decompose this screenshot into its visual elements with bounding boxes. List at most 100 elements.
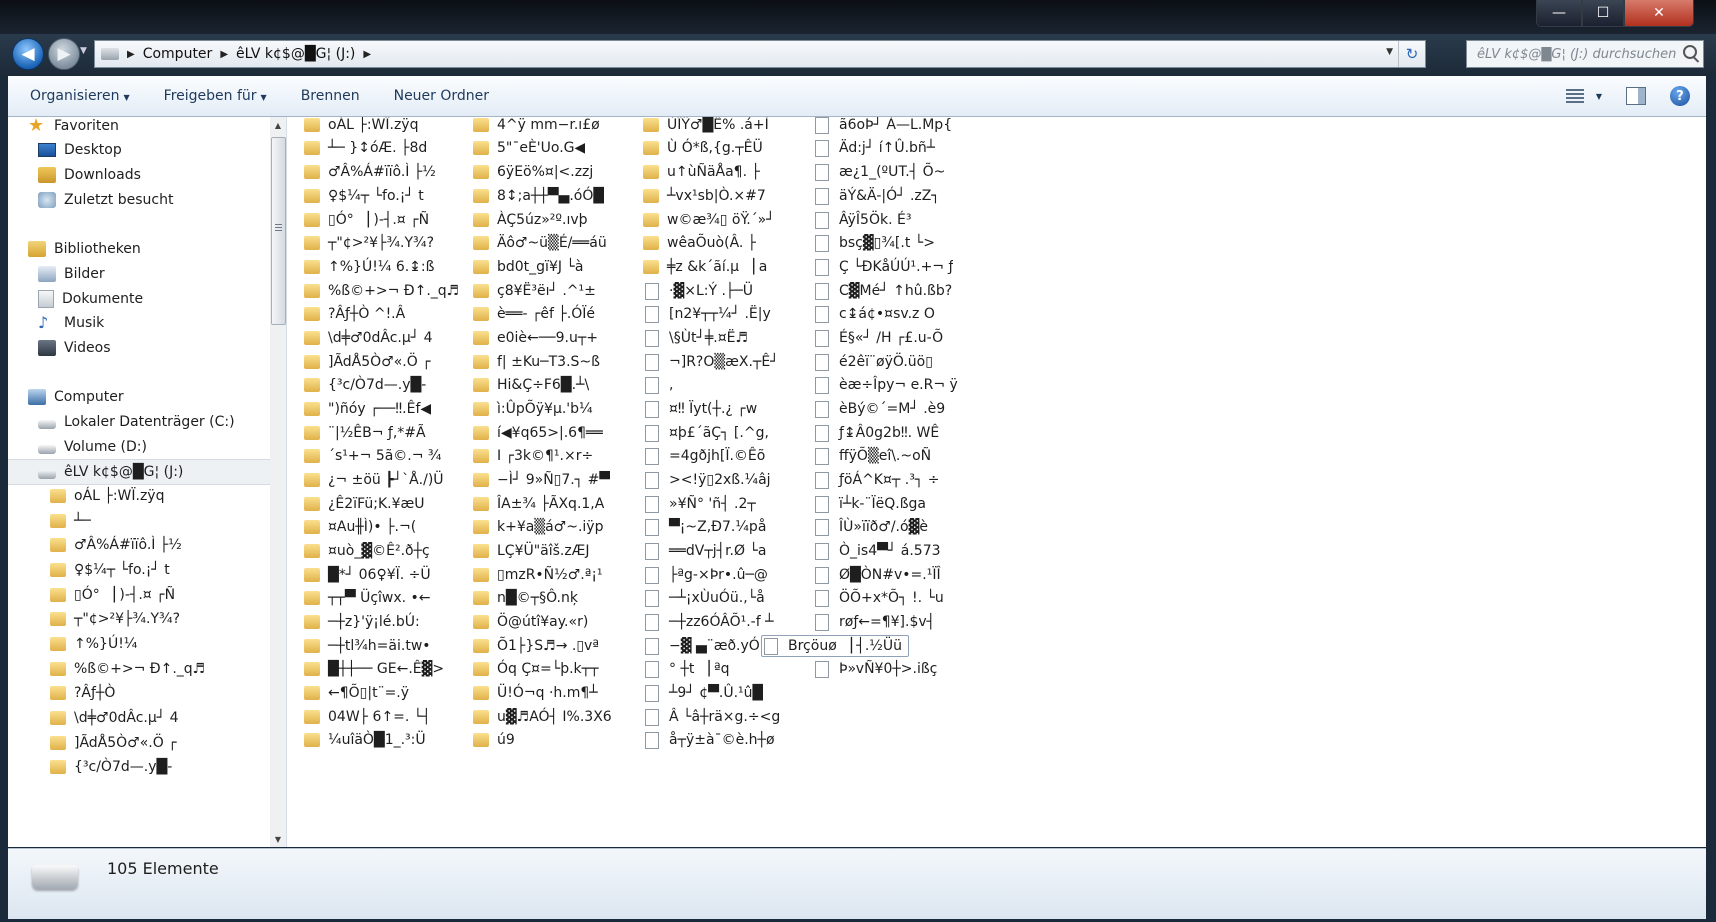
nav-favorites[interactable]: ★ Favoriten: [28, 117, 119, 138]
folder-item[interactable]: u↑ùÑäÅa¶. ├: [643, 161, 760, 183]
folder-item[interactable]: ─┼z}'ÿ¡lé.bÚ:: [304, 611, 420, 633]
folder-item[interactable]: wêaÕuò(Â. ├: [643, 232, 756, 254]
nav-folder[interactable]: ┴─: [50, 509, 91, 533]
file-item[interactable]: ><!ÿ▯2xß.¼âj: [643, 469, 771, 491]
folder-item[interactable]: █┼┼── GE←.Ê▓>: [304, 658, 444, 680]
folder-item[interactable]: ┬┬▀ Üçîwx. •←: [304, 587, 431, 609]
nav-folder[interactable]: \d╪♂0dÂc.µ┘ 4: [50, 706, 179, 730]
file-item[interactable]: ° ┼t ▕ ªq: [643, 658, 730, 680]
file-item[interactable]: é2êï¨øÿÖ.üö▯: [813, 351, 933, 373]
nav-folder[interactable]: ↑%}Ú!¼: [50, 632, 137, 656]
search-input[interactable]: [1475, 45, 1679, 63]
recent-pages-dropdown[interactable]: ▼: [80, 46, 87, 56]
file-item[interactable]: Ç └ÐKåÚÚ¹.+¬ ƒ: [813, 256, 953, 278]
folder-item[interactable]: LÇ¥Ü"äîš.zÆJ: [473, 540, 590, 562]
breadcrumb-chevron-icon[interactable]: ▶: [363, 49, 371, 60]
folder-item[interactable]: Hi&Ç÷F6█.┴\: [473, 374, 589, 396]
search-icon[interactable]: [1683, 45, 1697, 59]
file-item[interactable]: ·▓×L:Ý .├─Ü: [643, 280, 753, 302]
file-item[interactable]: èBý©´=M┘ .è9: [813, 398, 945, 420]
folder-item[interactable]: Ù Ó*ß,{g.┬ÊÜ: [643, 137, 763, 159]
folder-item[interactable]: Õ1├}S♬→ .▯vª: [473, 635, 599, 657]
folder-item[interactable]: \d╪♂0dÂc.µ┘ 4: [304, 327, 433, 349]
nav-folder[interactable]: %ß©+>¬ Ð↑._q♬: [50, 657, 205, 681]
refresh-button[interactable]: ↻: [1398, 41, 1425, 67]
nav-recent-places[interactable]: Zuletzt besucht: [38, 188, 173, 212]
file-item[interactable]: Þ»vÑ¥0┼>.ißç: [813, 658, 937, 680]
minimize-button[interactable]: —: [1536, 0, 1582, 27]
file-item[interactable]: ┴9┘ ¢▀.Û.¹û█: [643, 682, 763, 704]
file-item[interactable]: ├ªg-×Þr•.û─@: [643, 564, 768, 586]
folder-item[interactable]: f| ±Ku─T3.S~ß: [473, 351, 600, 373]
folder-item[interactable]: █*┘ 06♀¥Ï. ÷Ü: [304, 564, 431, 586]
folder-item[interactable]: 6ÿEö%¤|<.zzj: [473, 161, 593, 183]
file-item[interactable]: =4gðjh[Ï.©Êõ: [643, 445, 765, 467]
file-item[interactable]: ¤þ£´ãÇ┐ [.^g,: [643, 422, 769, 444]
nav-folder[interactable]: ?Âƒ┼Ò: [50, 681, 115, 705]
folder-item[interactable]: Äô♂~ü▒É/══áü: [473, 232, 607, 254]
folder-item[interactable]: w©æ¾▯ öŸ.´»┘: [643, 209, 775, 231]
folder-item[interactable]: Ö@útî¥ay.«r): [473, 611, 588, 633]
file-item[interactable]: Â └â┼rä×g.÷<g: [643, 706, 780, 728]
folder-item[interactable]: %ß©+>¬ Ð↑._q♬: [304, 280, 459, 302]
folder-item[interactable]: ¤uò_▓©Ê².ð┼ç: [304, 540, 430, 562]
folder-item[interactable]: bd0t_gï¥J └à: [473, 256, 583, 278]
scroll-up-icon[interactable]: ▲: [270, 117, 286, 133]
new-folder-button[interactable]: Neuer Ordner: [394, 88, 489, 104]
breadcrumb-drive[interactable]: êLV k¢$@█G¦ (J:): [236, 46, 355, 62]
folder-item[interactable]: 4^ÿ mm−r.ı£ø: [473, 117, 600, 136]
folder-item[interactable]: ÀÇ5úz»²º.ıvþ: [473, 209, 588, 231]
file-item[interactable]: ƒöÁ^K¤┬ .³┐ ÷: [813, 469, 939, 491]
file-item[interactable]: É§«┘ /H ┌£.u-Õ: [813, 327, 943, 349]
folder-item[interactable]: ´s¹+¬ 5ã©.¬ ¾: [304, 445, 442, 467]
folder-item[interactable]: u▓♬AÓ┤ I%.3X6: [473, 706, 612, 728]
nav-folder[interactable]: ♂Â%Á#ïïô.Ì ├½: [50, 533, 182, 557]
folder-item[interactable]: ↑%}Ú!¼ 6.↨:ß: [304, 256, 434, 278]
file-item[interactable]: ÂÿÎ5Ök. É³: [813, 209, 911, 231]
folder-item[interactable]: ¨|½ÊB¬ ƒ,*#Ã: [304, 422, 426, 444]
nav-folder[interactable]: oÁL ├:WÏ.zÿq: [50, 484, 164, 508]
folder-item[interactable]: 5"¯eÈ'Uo.G◀: [473, 137, 585, 159]
file-item[interactable]: bsç▓▯¾[.t └>: [813, 232, 935, 254]
file-item[interactable]: ¤‼ Ïyt(┼.¿ ┌w: [643, 398, 757, 420]
file-item[interactable]: æ¿1_(ºUT.┤ Õ~: [813, 161, 945, 183]
file-item[interactable]: å┬ÿ±à¯©è.h┼ø: [643, 729, 775, 751]
file-item[interactable]: Ò_is4▀┘ á.573: [813, 540, 941, 562]
nav-videos[interactable]: Videos: [38, 336, 111, 360]
breadcrumb-chevron-icon[interactable]: ▶: [220, 49, 228, 60]
forward-button[interactable]: ▶: [48, 38, 80, 70]
close-button[interactable]: ✕: [1624, 0, 1694, 27]
folder-item[interactable]: ì:ÛpÕÿ¥µ.'b¼: [473, 398, 593, 420]
folder-item[interactable]: í◀¥q65>|.6¶══: [473, 422, 603, 444]
folder-item[interactable]: Óq Ç¤=└þ.k┬┬: [473, 658, 599, 680]
nav-drive-j[interactable]: êLV k¢$@█G¦ (J:): [8, 459, 270, 485]
file-item[interactable]: Äd:j┘ í↑Û.bñ┴: [813, 137, 935, 159]
preview-pane-icon[interactable]: [1626, 87, 1646, 105]
folder-item[interactable]: ÎA±¾ ├ÃXq.1,A: [473, 493, 604, 515]
folder-item[interactable]: ¼uîäÒ█1_.³:Ü: [304, 729, 426, 751]
file-item[interactable]: ─┴¡xÙuÓü.,└å: [643, 587, 765, 609]
file-item[interactable]: ─┼zz6ÓÂÕ¹.-f ┴: [643, 611, 774, 633]
file-item[interactable]: ,: [643, 374, 673, 396]
nav-libraries[interactable]: Bibliotheken: [28, 237, 141, 261]
folder-item[interactable]: oÁL ├:WÏ.zÿq: [304, 117, 418, 136]
folder-item[interactable]: ▯Ó° ▕ )-┤.¤ ┌Ñ: [304, 209, 429, 231]
file-item[interactable]: »¥Ñ° 'ñ┤ .2┬: [643, 493, 756, 515]
folder-item[interactable]: ←¶Õ▯|t¨=.ÿ: [304, 682, 409, 704]
folder-item[interactable]: ç8¥Ë³ëı┘ .^¹±: [473, 280, 596, 302]
breadcrumb-chevron-icon[interactable]: ▶: [127, 49, 135, 60]
folder-item[interactable]: ─┼tl¾h=äi.tw•: [304, 635, 431, 657]
organize-button[interactable]: Organisieren ▼: [30, 88, 130, 104]
file-item[interactable]: ffÿÕ▒eî\.~oÑ: [813, 445, 931, 467]
folder-item[interactable]: ┴vx¹sb|Ò.×#7: [643, 185, 766, 207]
folder-item[interactable]: 8↕;a┼┼▀▄.óÓ█: [473, 185, 604, 207]
folder-item[interactable]: ╪z &k´ãí.µ ▕ a: [643, 256, 767, 278]
nav-downloads[interactable]: Downloads: [38, 163, 141, 187]
nav-pictures[interactable]: Bilder: [38, 262, 105, 286]
view-options-icon[interactable]: [1565, 89, 1584, 103]
nav-folder[interactable]: ┬"¢>²¥├¾.Y¾?: [50, 607, 180, 631]
folder-item[interactable]: −Ì┘ 9»Ñ▯7.┐ #▀: [473, 469, 610, 491]
chevron-down-icon[interactable]: ▼: [1596, 92, 1602, 101]
file-item[interactable]: ÖÕ+x*Õ┐ !. └u: [813, 587, 944, 609]
folder-item[interactable]: ♀$¼┬ └fo.¡┘ t: [304, 185, 424, 207]
